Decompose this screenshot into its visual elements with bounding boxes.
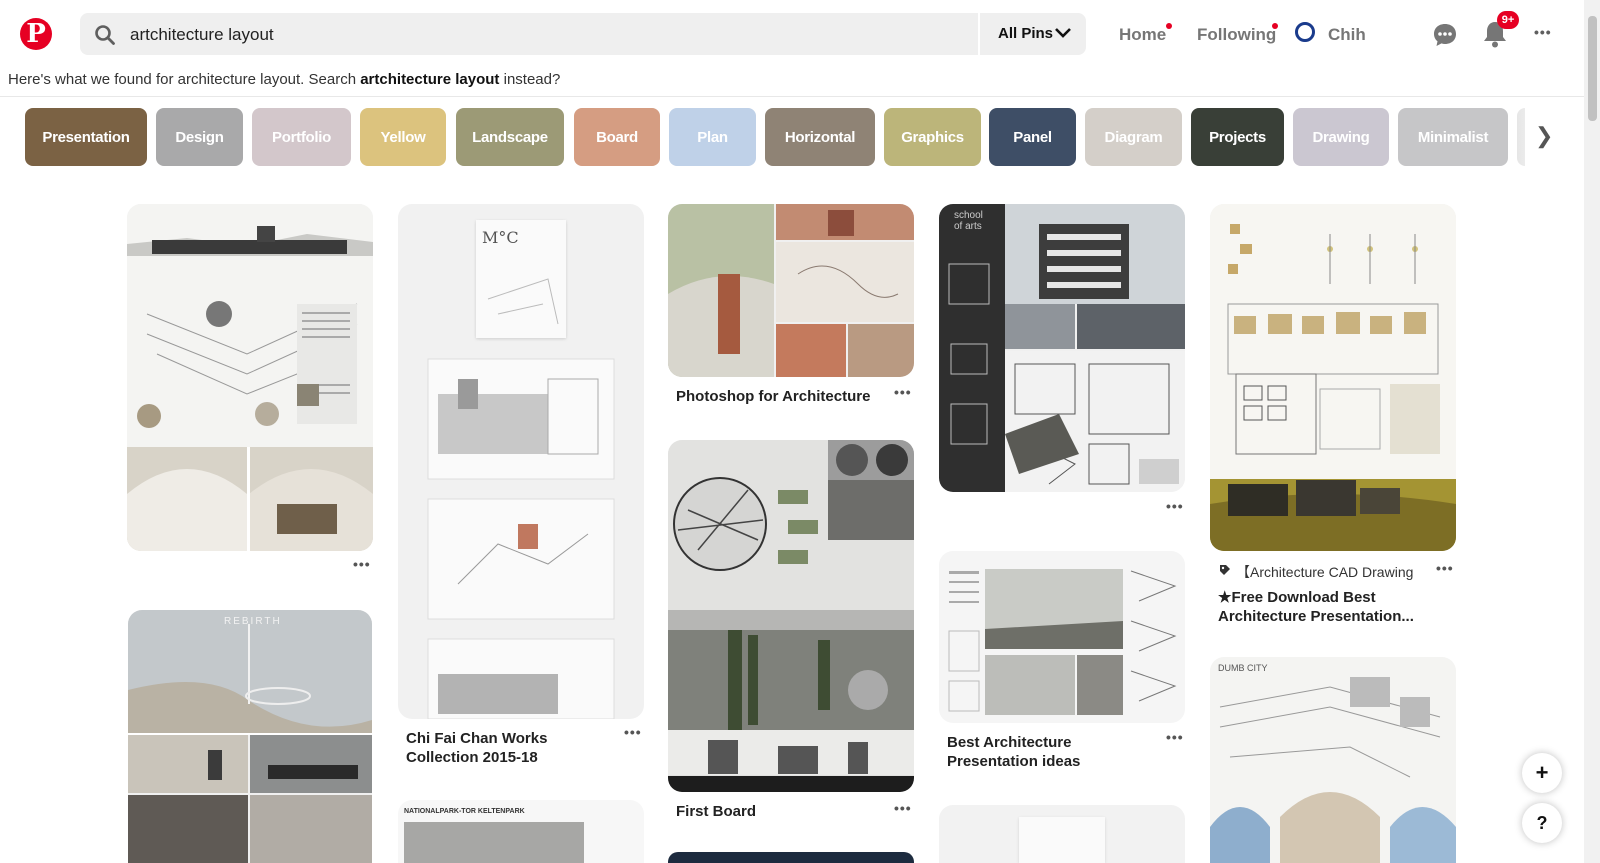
pin-image-12-graphic <box>1210 677 1456 863</box>
chevron-right-icon[interactable]: ❯ <box>1535 123 1553 149</box>
chip-label: Yellow <box>380 128 426 146</box>
scrollbar[interactable] <box>1584 0 1600 863</box>
alt-query-link[interactable]: artchitecture layout <box>360 71 499 88</box>
chip-label: Board <box>596 128 638 146</box>
guided-search-chips: Presentation Design Portfolio Yellow Lan… <box>25 108 1525 166</box>
chip-landscape[interactable]: Landscape <box>456 108 564 166</box>
pin-12-poster-title: DUMB CITY <box>1218 663 1268 673</box>
chip-yellow[interactable]: Yellow <box>360 108 446 166</box>
pin-image-12[interactable]: DUMB CITY <box>1210 657 1456 863</box>
chip-label: Plan <box>697 128 728 146</box>
pin-image-3[interactable]: M°C <box>398 204 644 719</box>
messages-icon[interactable] <box>1432 22 1458 48</box>
search-scope-dropdown[interactable]: All Pins <box>978 13 1086 55</box>
create-pin-button[interactable]: + <box>1522 753 1562 793</box>
chip-drawing[interactable]: Drawing <box>1293 108 1389 166</box>
help-button[interactable]: ? <box>1522 803 1562 843</box>
pin-image-9[interactable] <box>939 551 1185 723</box>
chip-diagram[interactable]: Diagram <box>1085 108 1182 166</box>
home-notification-dot <box>1166 23 1172 29</box>
pin-10-page <box>1019 817 1105 863</box>
pin-image-4[interactable]: NATIONALPARK-TOR KELTENPARK <box>398 800 644 863</box>
spelling-notice-prefix: Here's what we found for architecture la… <box>8 71 361 88</box>
chip-label: Panel <box>1013 128 1052 146</box>
chip-label: Horizontal <box>784 128 856 146</box>
pin-image-11-graphic <box>1210 204 1456 551</box>
notifications-badge: 9+ <box>1497 11 1519 29</box>
chip-horizontal[interactable]: Horizontal <box>765 108 875 166</box>
pin-9-title[interactable]: Best Architecture Presentation ideas <box>947 733 1162 771</box>
header-divider <box>0 96 1584 97</box>
nav-profile[interactable]: Chih <box>1328 25 1366 45</box>
chip-overflow <box>1517 108 1525 166</box>
chip-label: Minimalist <box>1417 128 1489 146</box>
pin-image-9-graphic <box>948 569 1177 715</box>
chip-label: Graphics <box>901 128 964 146</box>
chevron-down-icon <box>1055 28 1071 38</box>
pin-image-2[interactable]: REBIRTH <box>128 610 372 863</box>
pin-5-more-icon[interactable]: ••• <box>894 384 912 400</box>
pin-8-poster-title: school of arts <box>954 210 983 232</box>
pin-4-photo <box>404 822 584 863</box>
chip-panel[interactable]: Panel <box>989 108 1076 166</box>
pin-image-1-graphic <box>127 204 373 551</box>
spelling-notice-suffix: instead? <box>499 71 561 88</box>
pin-11-more-icon[interactable]: ••• <box>1436 560 1454 576</box>
chip-label: Presentation <box>42 128 130 146</box>
pin-4-poster-title: NATIONALPARK-TOR KELTENPARK <box>404 808 525 815</box>
pin-3-title[interactable]: Chi Fai Chan Works Collection 2015-18 <box>406 729 606 767</box>
pin-6-title[interactable]: First Board <box>676 802 756 821</box>
pin-3-more-icon[interactable]: ••• <box>624 724 642 740</box>
spelling-notice: Here's what we found for architecture la… <box>8 71 560 88</box>
tag-icon <box>1220 565 1230 575</box>
pin-image-6[interactable] <box>668 440 914 792</box>
search-scope-label: All Pins <box>998 25 1054 42</box>
pin-image-5-graphic <box>668 204 914 377</box>
pin-5-title[interactable]: Photoshop for Architecture <box>676 387 870 406</box>
search-bar[interactable]: ✕ <box>80 13 1084 55</box>
pin-9-more-icon[interactable]: ••• <box>1166 729 1184 745</box>
pin-image-7[interactable] <box>668 852 914 863</box>
chip-graphics[interactable]: Graphics <box>884 108 981 166</box>
pin-image-3-graphic <box>427 278 615 719</box>
chip-board[interactable]: Board <box>574 108 660 166</box>
chip-projects[interactable]: Projects <box>1191 108 1284 166</box>
pin-image-1[interactable] <box>127 204 373 551</box>
chip-label: Portfolio <box>272 128 331 146</box>
nav-home[interactable]: Home <box>1119 25 1166 45</box>
pinterest-logo-icon[interactable]: P <box>20 18 52 50</box>
chip-portfolio[interactable]: Portfolio <box>252 108 351 166</box>
pin-8-more-icon[interactable]: ••• <box>1166 498 1184 514</box>
pin-1-more-icon[interactable]: ••• <box>353 556 371 572</box>
chip-minimalist[interactable]: Minimalist <box>1398 108 1508 166</box>
pin-image-2-graphic <box>128 610 372 863</box>
chip-label: Diagram <box>1104 128 1163 146</box>
search-input[interactable] <box>128 21 992 49</box>
pin-image-8[interactable]: school of arts <box>939 204 1185 492</box>
search-icon <box>95 25 115 45</box>
chip-label: Drawing <box>1312 128 1370 146</box>
pin-6-more-icon[interactable]: ••• <box>894 800 912 816</box>
chip-label: Design <box>175 128 224 146</box>
pin-11-source[interactable]: 【Architecture CAD Drawing <box>1236 562 1413 582</box>
chip-label: Landscape <box>472 128 548 146</box>
chip-plan[interactable]: Plan <box>669 108 756 166</box>
pin-image-6-graphic <box>668 440 914 792</box>
scrollbar-thumb[interactable] <box>1588 16 1597 121</box>
chip-design[interactable]: Design <box>156 108 243 166</box>
avatar[interactable] <box>1295 22 1315 42</box>
more-options-icon[interactable]: ••• <box>1534 24 1552 40</box>
pin-image-8-graphic <box>939 204 1185 492</box>
pin-11-title[interactable]: ★Free Download Best Architecture Present… <box>1218 588 1443 626</box>
nav-following[interactable]: Following <box>1197 25 1276 45</box>
pin-image-11[interactable] <box>1210 204 1456 551</box>
pin-image-10[interactable] <box>939 805 1185 863</box>
following-notification-dot <box>1272 23 1278 29</box>
chip-label: Projects <box>1209 128 1266 146</box>
chip-presentation[interactable]: Presentation <box>25 108 147 166</box>
pin-2-poster-title: REBIRTH <box>224 616 282 627</box>
pin-image-5[interactable] <box>668 204 914 377</box>
